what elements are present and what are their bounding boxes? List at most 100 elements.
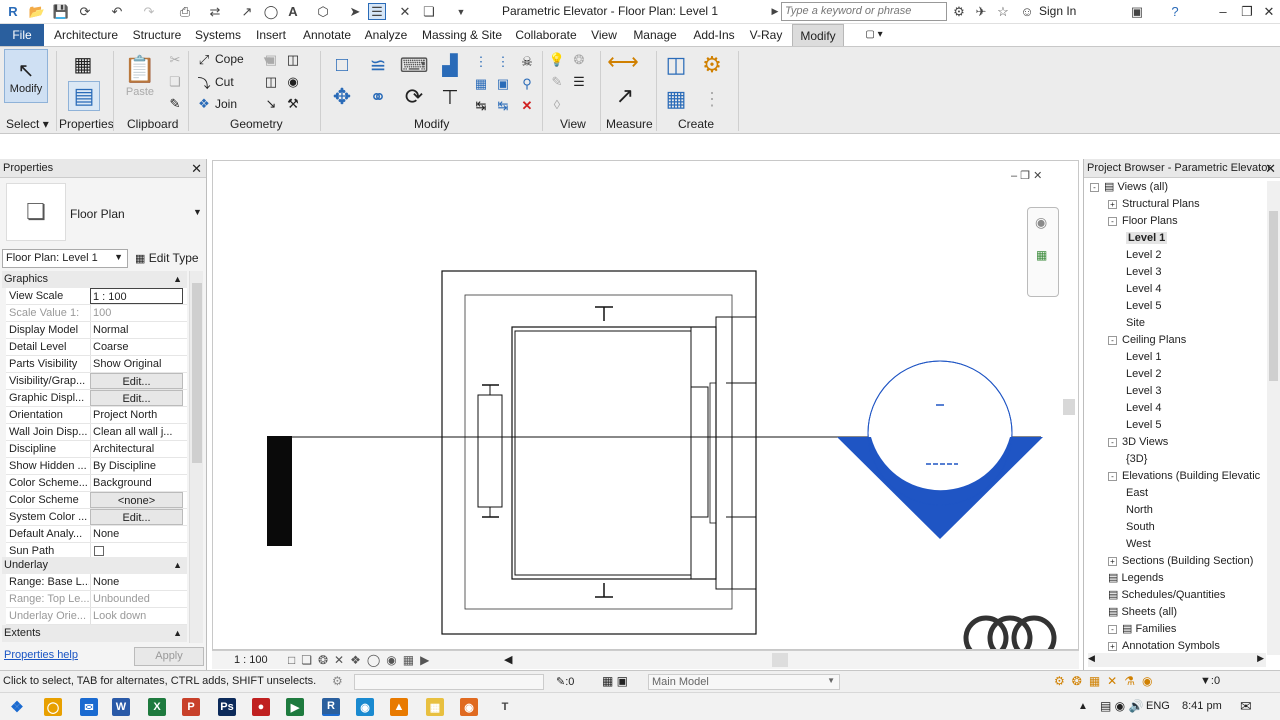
property-edit-button[interactable]: Edit... [90, 373, 183, 389]
unpin-icon[interactable]: ☠ [518, 53, 536, 71]
instance-selector[interactable]: Floor Plan: Level 1 ▼ [2, 249, 128, 268]
create-assembly-icon[interactable]: ⚙ [698, 51, 726, 79]
windows-start-icon[interactable]: ❖ [8, 698, 26, 716]
browser-node[interactable]: ▤ Legends [1108, 570, 1164, 587]
browser-node[interactable]: {3D} [1126, 451, 1147, 468]
cart-icon[interactable]: ▣ [1128, 3, 1146, 20]
underlay-row[interactable]: Range: Base L... None [6, 574, 187, 591]
apply-button[interactable]: Apply [134, 647, 204, 666]
split-face-icon[interactable]: ◫ [262, 73, 280, 91]
communication-icon[interactable]: ✈ [972, 3, 990, 20]
property-edit-button[interactable]: Edit... [90, 509, 183, 525]
property-row[interactable]: Orientation Project North [6, 407, 187, 424]
tab-file[interactable]: File [0, 24, 44, 46]
collapse-icon[interactable]: - [1108, 624, 1117, 634]
paste-icon[interactable]: 📋 [122, 51, 158, 87]
paste-button[interactable]: Paste [122, 83, 158, 101]
cut-button[interactable]: Cut [215, 75, 234, 89]
property-row[interactable]: Default Analy... None [6, 526, 187, 543]
property-row[interactable]: Discipline Architectural [6, 441, 187, 458]
collapse-icon[interactable]: - [1108, 471, 1117, 481]
delete-icon[interactable]: ✕ [518, 97, 536, 115]
browser-node[interactable]: Site [1126, 315, 1145, 332]
browser-node[interactable]: Level 3 [1126, 264, 1161, 281]
switch-windows-icon[interactable]: ❏ [420, 3, 438, 20]
underlay-row[interactable]: Underlay Orie... Look down [6, 608, 187, 625]
join-icon[interactable]: ❖ [195, 95, 213, 113]
pin-icon[interactable]: ⚲ [518, 75, 536, 93]
browser-node[interactable]: Level 4 [1126, 400, 1161, 417]
browser-node[interactable]: North [1126, 502, 1153, 519]
measure-between-icon[interactable]: ⟷ [607, 49, 639, 74]
collapse-icon[interactable]: - [1108, 335, 1117, 345]
collapse-icon[interactable]: - [1090, 182, 1099, 192]
join-button[interactable]: Join [215, 97, 237, 111]
app-icon[interactable]: T [496, 698, 514, 716]
media-player-icon[interactable]: ▶ [286, 698, 304, 716]
blender-icon[interactable]: ◉ [460, 698, 478, 716]
mirror-draw-icon[interactable]: ▟ [438, 53, 462, 77]
browser-node[interactable]: - ▤ Views (all) [1090, 179, 1168, 196]
trim-extend-icon[interactable]: ⊤ [438, 85, 462, 109]
tab-v-ray[interactable]: V-Ray [746, 24, 786, 46]
browser-icon[interactable]: ◉ [356, 698, 374, 716]
sync-icon[interactable]: ⟳ [76, 3, 94, 20]
design-option-selector[interactable]: Main Model ▼ [648, 674, 840, 690]
browser-node[interactable]: South [1126, 519, 1155, 536]
tray-expand-icon[interactable]: ▲ [1078, 701, 1088, 712]
section-underlay[interactable]: Underlay ▲ [2, 557, 187, 574]
type-selector-chevron-icon[interactable]: ▼ [193, 207, 202, 217]
revit-logo-icon[interactable]: R [4, 3, 22, 20]
property-edit-button[interactable]: <none> [90, 492, 183, 508]
browser-node[interactable]: + Sections (Building Section) [1108, 553, 1253, 570]
cut-geometry-icon[interactable]: ⤵ [195, 73, 213, 91]
cut-clipboard-icon[interactable]: ✂ [166, 51, 184, 69]
browser-node[interactable]: Level 2 [1126, 366, 1161, 383]
group-select[interactable]: Select ▾ [6, 117, 49, 131]
browser-node[interactable]: Level 5 [1126, 298, 1161, 315]
create-parts-icon[interactable]: ◫ [662, 51, 690, 79]
tab-add-ins[interactable]: Add-Ins [688, 24, 740, 46]
word-icon[interactable]: W [112, 698, 130, 716]
browser-close-icon[interactable]: ✕ [1265, 159, 1276, 178]
close-hidden-icon[interactable]: ✕ [396, 3, 414, 20]
properties-help-link[interactable]: Properties help [4, 649, 78, 661]
design-options-icon[interactable]: ▦ ▣ [602, 674, 628, 688]
property-row[interactable]: Parts Visibility Show Original [6, 356, 187, 373]
match-type-icon[interactable]: ✎ [166, 95, 184, 113]
underlay-row[interactable]: Range: Top Le... Unbounded [6, 591, 187, 608]
create-group-icon[interactable]: ▦ [662, 85, 690, 113]
dimension-icon[interactable]: ↗ [238, 3, 256, 20]
help-icon[interactable]: ? [1166, 3, 1184, 20]
notifications-icon[interactable]: ✉ [1240, 698, 1252, 715]
close-icon[interactable]: ✕ [1258, 2, 1280, 22]
browser-node[interactable]: Level 1 [1126, 230, 1168, 247]
browser-node[interactable]: ▤ Sheets (all) [1108, 604, 1177, 621]
unjoin-icon[interactable]: ▣ [262, 51, 280, 69]
property-row[interactable]: Show Hidden ... By Discipline [6, 458, 187, 475]
powerpoint-icon[interactable]: P [182, 698, 200, 716]
panel-toggle-icon[interactable]: ▢ ▾ [858, 24, 890, 46]
browser-node[interactable]: Level 5 [1126, 417, 1161, 434]
edit-type-button[interactable]: ▦ Edit Type [132, 249, 204, 268]
scroll-left-icon[interactable]: ◀ [504, 653, 512, 666]
property-row[interactable]: View Scale 1 : 100 [6, 288, 187, 305]
collapse-icon[interactable]: - [1108, 216, 1117, 226]
search-input[interactable]: Type a keyword or phrase [781, 2, 947, 21]
sign-in-link[interactable]: Sign In [1039, 4, 1076, 18]
redo-icon[interactable]: ↷ [140, 3, 158, 20]
tab-structure[interactable]: Structure [128, 24, 186, 46]
trim-single-icon[interactable]: ↹ [494, 97, 512, 115]
browser-node[interactable]: Level 4 [1126, 281, 1161, 298]
browser-node[interactable]: Level 1 [1126, 349, 1161, 366]
user-icon[interactable]: ☺ [1018, 3, 1036, 20]
property-row[interactable]: Visibility/Grap... Edit... [6, 373, 187, 390]
tab-systems[interactable]: Systems [192, 24, 244, 46]
rotate-icon[interactable]: ⟳ [402, 84, 426, 109]
horizontal-scroll-thumb[interactable] [772, 653, 788, 667]
hammer-icon[interactable]: ⚒ [284, 95, 302, 113]
clock[interactable]: 8:41 pm [1182, 700, 1222, 712]
language-indicator[interactable]: ENG [1146, 700, 1170, 712]
tab-manage[interactable]: Manage [628, 24, 682, 46]
drawing-area[interactable]: – ❐ ✕ ◉ ▦ [212, 160, 1079, 650]
